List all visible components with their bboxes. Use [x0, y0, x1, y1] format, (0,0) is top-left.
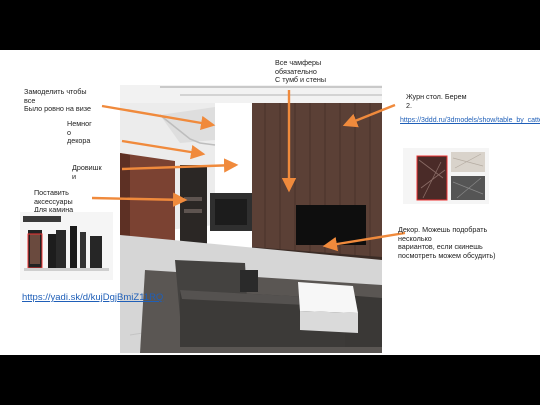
yadisk-link[interactable]: https://yadi.sk/d/kujDgjBmiZ11RQ — [22, 292, 163, 304]
marble-coffee-tables-photo — [403, 148, 489, 204]
note-little-decor: Немног о декора — [67, 119, 92, 146]
arrow-decor-choice — [322, 231, 406, 252]
note-model-evenly: Замоделить чтобы все Было ровно на визе — [24, 87, 91, 114]
fireplace-accessories-photo — [20, 212, 113, 280]
note-coffee-table: Журн стол. Берем 2. — [406, 92, 467, 110]
presentation-slide: Замоделить чтобы все Было ровно на визе … — [0, 50, 540, 355]
model-link[interactable]: https://3ddd.ru/3dmodels/show/table_by_c… — [400, 117, 540, 125]
arrow-decor — [121, 139, 206, 160]
note-accessories: Поставить аксессуары Для камина — [34, 188, 74, 215]
note-firewood: Дровишк и — [72, 163, 102, 181]
arrow-table — [342, 103, 396, 128]
arrow-firewood — [121, 158, 239, 173]
note-chamfers: Все чамферы обязательно С тумб и стены — [275, 58, 326, 85]
note-decor-choice: Декор. Можешь подобрать несколько вариан… — [398, 225, 496, 260]
arrow-accessories — [91, 192, 188, 207]
